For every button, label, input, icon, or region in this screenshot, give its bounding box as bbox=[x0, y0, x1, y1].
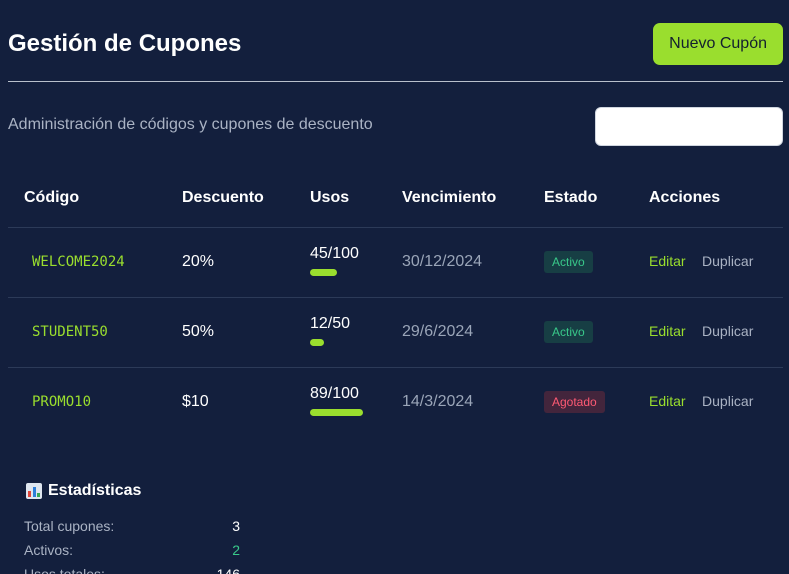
coupon-expiration: 30/12/2024 bbox=[402, 253, 483, 270]
table-row: STUDENT50 50% 12/50 29/6/2024 Activo Edi… bbox=[8, 297, 783, 368]
coupon-discount: 20% bbox=[182, 253, 215, 270]
cell-expiration: 30/12/2024 bbox=[386, 227, 528, 298]
edit-link[interactable]: Editar bbox=[649, 393, 686, 409]
stats-heading: Estadísticas bbox=[26, 482, 141, 500]
status-badge: Agotado bbox=[544, 391, 605, 414]
column-header-code[interactable]: Código bbox=[8, 170, 166, 228]
page-subtitle: Administración de códigos y cupones de d… bbox=[8, 116, 373, 133]
stat-value: 2 bbox=[232, 542, 240, 558]
coupon-code: WELCOME2024 bbox=[32, 254, 125, 270]
header-divider bbox=[8, 81, 783, 82]
cell-discount: $10 bbox=[166, 367, 294, 437]
coupon-code: PROMO10 bbox=[32, 394, 92, 411]
cell-status: Activo bbox=[528, 297, 633, 368]
cell-discount: 20% bbox=[166, 227, 294, 298]
coupon-uses: 89/100 bbox=[310, 384, 359, 402]
coupon-expiration: 29/6/2024 bbox=[402, 323, 474, 340]
coupon-discount: 50% bbox=[182, 323, 215, 340]
cell-uses: 89/100 bbox=[294, 367, 386, 437]
column-header-expiration[interactable]: Vencimiento bbox=[386, 170, 528, 228]
coupon-code: STUDENT50 bbox=[32, 324, 108, 340]
stat-label: Activos: bbox=[24, 542, 74, 558]
usage-progress-bar bbox=[310, 268, 337, 276]
column-header-status[interactable]: Estado bbox=[528, 170, 633, 228]
cell-uses: 12/50 bbox=[294, 297, 386, 368]
cell-discount: 50% bbox=[166, 297, 294, 368]
usage-progress-bar bbox=[310, 338, 324, 346]
status-badge: Activo bbox=[544, 321, 593, 343]
column-header-uses[interactable]: Usos bbox=[294, 170, 386, 228]
stat-value: 3 bbox=[232, 518, 240, 534]
duplicate-link[interactable]: Duplicar bbox=[702, 253, 753, 269]
cell-code: WELCOME2024 bbox=[8, 227, 166, 298]
search-input[interactable] bbox=[595, 107, 783, 146]
cell-actions: Editar Duplicar bbox=[633, 227, 783, 298]
usage-progress-bar bbox=[310, 408, 363, 416]
cell-uses: 45/100 bbox=[294, 227, 386, 298]
page-title: Gestión de Cupones bbox=[8, 30, 242, 57]
stat-total-uses: Usos totales: 146 bbox=[24, 562, 240, 574]
coupon-discount: $10 bbox=[182, 393, 209, 411]
stat-active: Activos: 2 bbox=[24, 538, 240, 562]
coupon-expiration: 14/3/2024 bbox=[402, 393, 474, 411]
stats-panel: Total cupones: 3 Activos: 2 Usos totales… bbox=[24, 514, 240, 574]
edit-link[interactable]: Editar bbox=[649, 253, 686, 269]
duplicate-link[interactable]: Duplicar bbox=[702, 393, 753, 409]
bar-chart-icon bbox=[26, 483, 42, 499]
cell-code: STUDENT50 bbox=[8, 297, 166, 368]
cell-actions: Editar Duplicar bbox=[633, 297, 783, 368]
cell-status: Activo bbox=[528, 227, 633, 298]
stat-label: Total cupones: bbox=[24, 518, 115, 534]
duplicate-link[interactable]: Duplicar bbox=[702, 323, 753, 339]
cell-expiration: 29/6/2024 bbox=[386, 297, 528, 368]
status-badge: Activo bbox=[544, 251, 593, 273]
stat-total-coupons: Total cupones: 3 bbox=[24, 514, 240, 538]
table-row: WELCOME2024 20% 45/100 30/12/2024 Activo… bbox=[8, 227, 783, 298]
page-header: Gestión de Cupones Nuevo Cupón bbox=[8, 23, 783, 65]
table-header-row: Código Descuento Usos Vencimiento Estado… bbox=[8, 170, 783, 228]
stat-value: 146 bbox=[216, 566, 240, 574]
stats-title: Estadísticas bbox=[48, 482, 142, 499]
cell-status: Agotado bbox=[528, 367, 633, 437]
coupon-uses: 12/50 bbox=[310, 314, 351, 332]
new-coupon-button[interactable]: Nuevo Cupón bbox=[653, 23, 783, 65]
stat-label: Usos totales: bbox=[24, 566, 105, 574]
coupon-uses: 45/100 bbox=[310, 244, 359, 262]
table-row: PROMO10 $10 89/100 14/3/2024 Agotado Edi… bbox=[8, 367, 783, 437]
coupons-table: Código Descuento Usos Vencimiento Estado… bbox=[8, 170, 783, 437]
cell-code: PROMO10 bbox=[8, 367, 166, 437]
cell-actions: Editar Duplicar bbox=[633, 367, 783, 437]
column-header-actions: Acciones bbox=[633, 170, 783, 228]
column-header-discount[interactable]: Descuento bbox=[166, 170, 294, 228]
cell-expiration: 14/3/2024 bbox=[386, 367, 528, 437]
edit-link[interactable]: Editar bbox=[649, 323, 686, 339]
